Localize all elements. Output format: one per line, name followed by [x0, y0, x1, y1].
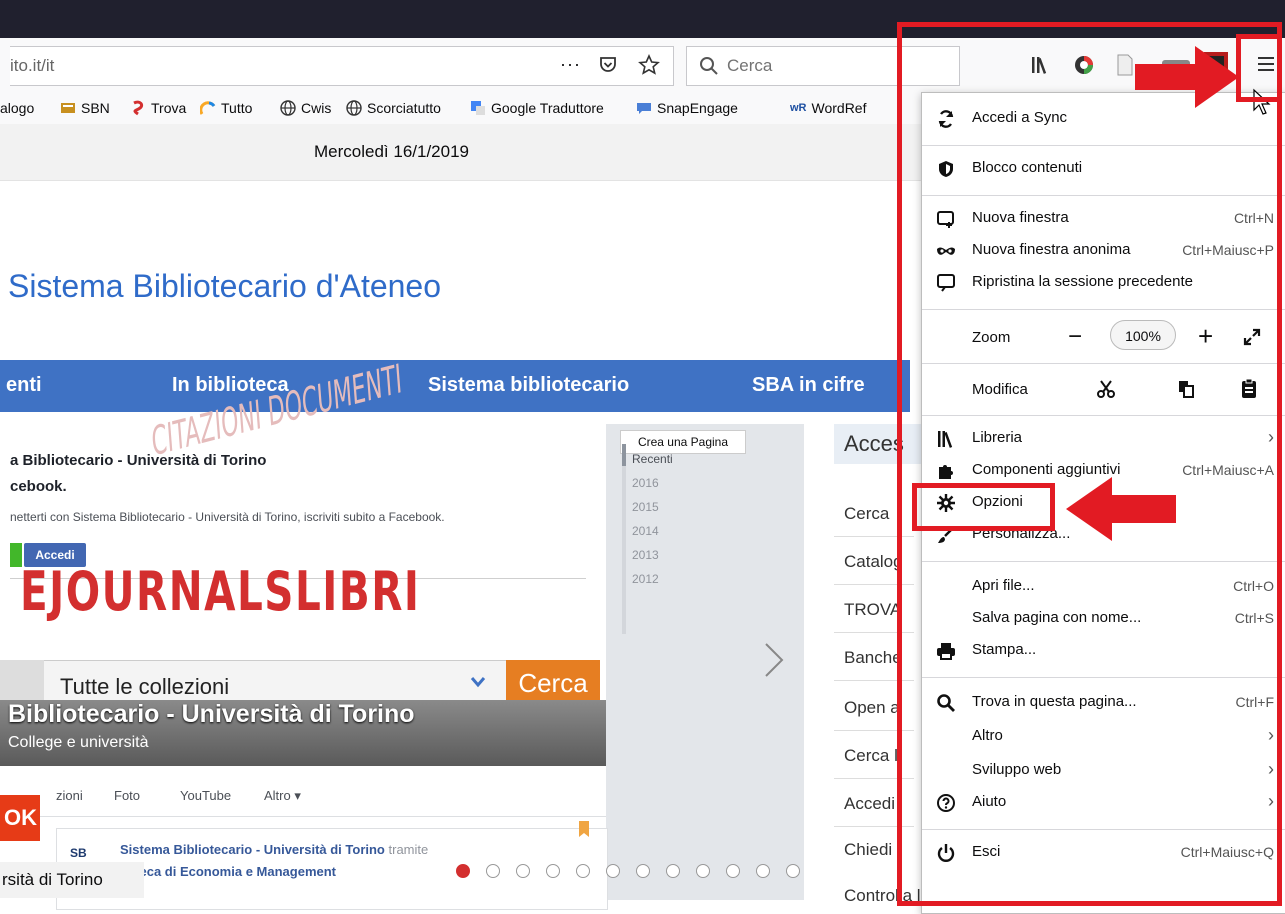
bookmark-ribbon-icon[interactable]	[578, 820, 590, 838]
carousel-dot[interactable]	[726, 864, 740, 878]
bookmark-snapengage[interactable]: SnapEngage	[636, 100, 738, 116]
access-item[interactable]: Accedi	[844, 794, 895, 814]
access-item[interactable]: Cerca	[844, 504, 889, 524]
fb-page-subtitle: cebook.	[10, 478, 67, 495]
annotation-hamburger-highlight	[1236, 34, 1282, 102]
post-via: tramite	[388, 842, 429, 857]
bookmark-trova[interactable]: Trova	[130, 100, 186, 116]
year-item[interactable]: 2015	[632, 500, 659, 514]
sba-logo: SB	[70, 846, 87, 860]
sbn-icon	[61, 103, 75, 113]
carousel-dot[interactable]	[576, 864, 590, 878]
annotation-menu-frame	[897, 22, 1282, 906]
bookmark-label: Trova	[151, 100, 187, 116]
bookmark-star-icon[interactable]	[638, 54, 660, 76]
carousel-dot[interactable]	[486, 864, 500, 878]
search-icon	[699, 56, 719, 76]
bookmark-label: Tutto	[221, 100, 253, 116]
carousel-next-icon[interactable]	[762, 640, 786, 680]
fb-cover-title[interactable]: Bibliotecario - Università di Torino	[8, 700, 415, 729]
banner-big-word: EJOURNALSLIBRI	[20, 560, 421, 623]
access-item[interactable]: Cerca l	[844, 746, 898, 766]
annotation-arrow-left-icon	[1066, 477, 1176, 541]
year-item[interactable]: 2014	[632, 524, 659, 538]
trova-icon	[133, 100, 144, 116]
fb-page-title[interactable]: a Bibliotecario - Università di Torino	[10, 452, 266, 469]
carousel-dot[interactable]	[756, 864, 770, 878]
carousel-dot[interactable]	[516, 864, 530, 878]
access-item[interactable]: Chiedi	[844, 840, 892, 860]
year-item[interactable]: 2013	[632, 548, 659, 562]
unito-label: rsità di Torino	[0, 862, 144, 898]
post-title[interactable]: Sistema Bibliotecario - Università di To…	[120, 842, 428, 857]
nav-item-documenti[interactable]: enti	[6, 374, 42, 397]
bookmark-label: WordRef	[811, 100, 867, 116]
nav-item-sba-in-cifre[interactable]: SBA in cifre	[752, 374, 865, 397]
chat-bubble-icon	[637, 103, 651, 114]
tab-youtube[interactable]: YouTube	[180, 788, 231, 803]
date-text: Mercoledì 16/1/2019	[314, 142, 469, 161]
access-item[interactable]: Open a	[844, 698, 900, 718]
page-title: Sistema Bibliotecario d'Ateneo	[8, 268, 442, 304]
bookmark-wordref[interactable]: wR WordRef	[790, 100, 866, 116]
bookmark-label: Scorciatutto	[367, 100, 441, 116]
carousel-dot[interactable]	[786, 864, 800, 878]
translate-icon	[471, 101, 485, 115]
carousel-dot[interactable]	[636, 864, 650, 878]
post-author[interactable]: Sistema Bibliotecario - Università di To…	[120, 842, 385, 857]
tab-foto[interactable]: Foto	[114, 788, 140, 803]
carousel-dot[interactable]	[456, 864, 470, 878]
carousel-dot[interactable]	[546, 864, 560, 878]
carousel-dot[interactable]	[696, 864, 710, 878]
main-nav: enti In biblioteca Sistema bibliotecario…	[0, 360, 910, 412]
bookmark-label: SBN	[81, 100, 110, 116]
carousel-dot[interactable]	[666, 864, 680, 878]
access-item[interactable]: Catalog	[844, 552, 903, 572]
globe-icon	[346, 100, 362, 116]
carousel-dot[interactable]	[606, 864, 620, 878]
tab-altro[interactable]: Altro ▾	[264, 788, 301, 804]
chevron-down-icon[interactable]	[470, 676, 486, 688]
create-page-button[interactable]: Crea una Pagina	[620, 430, 746, 454]
bookmark-label: Google Traduttore	[491, 100, 604, 116]
annotation-arrow-right-icon	[1135, 46, 1239, 108]
year-item[interactable]: 2016	[632, 476, 659, 490]
bookmark-google-traduttore[interactable]: Google Traduttore	[470, 100, 604, 116]
bookmark-label: SnapEngage	[657, 100, 738, 116]
bookmark-catalogo[interactable]: alogo	[0, 100, 34, 116]
post-subtitle[interactable]: lioteca di Economia e Management	[120, 864, 336, 879]
access-item[interactable]: Banche	[844, 648, 902, 668]
year-item[interactable]: 2012	[632, 572, 659, 586]
fb-tabs: zioni Foto YouTube Altro ▾	[0, 772, 606, 817]
search-placeholder: Cerca	[727, 56, 773, 75]
fb-cover-category: College e università	[8, 734, 149, 751]
bookmark-tutto[interactable]: Tutto	[200, 100, 252, 116]
access-item[interactable]: TROVA	[844, 600, 901, 620]
tutto-icon	[200, 101, 216, 115]
bookmark-scorciatutto[interactable]: Scorciatutto	[346, 100, 441, 116]
wordref-icon: wR	[790, 102, 807, 114]
ok-badge: OK	[0, 795, 40, 841]
bookmark-cwis[interactable]: Cwis	[280, 100, 331, 116]
bookmark-label: alogo	[0, 100, 35, 116]
url-text: ito.it/it	[10, 56, 55, 75]
year-item[interactable]: Recenti	[632, 452, 673, 466]
page-actions-button[interactable]: ···	[560, 54, 581, 75]
bookmark-sbn[interactable]: SBN	[60, 100, 110, 116]
bookmark-label: Cwis	[301, 100, 332, 116]
collections-selected-value: Tutte le collezioni	[60, 674, 230, 699]
pocket-icon[interactable]	[598, 55, 618, 75]
fb-signup-text: netterti con Sistema Bibliotecario - Uni…	[10, 510, 445, 524]
globe-icon	[280, 100, 296, 116]
nav-item-sistema-bibliotecario[interactable]: Sistema bibliotecario	[428, 374, 629, 397]
tab-informazioni[interactable]: zioni	[56, 788, 83, 803]
year-selected-marker	[622, 444, 626, 466]
annotation-opzioni-highlight	[912, 483, 1055, 531]
year-track	[622, 444, 626, 634]
